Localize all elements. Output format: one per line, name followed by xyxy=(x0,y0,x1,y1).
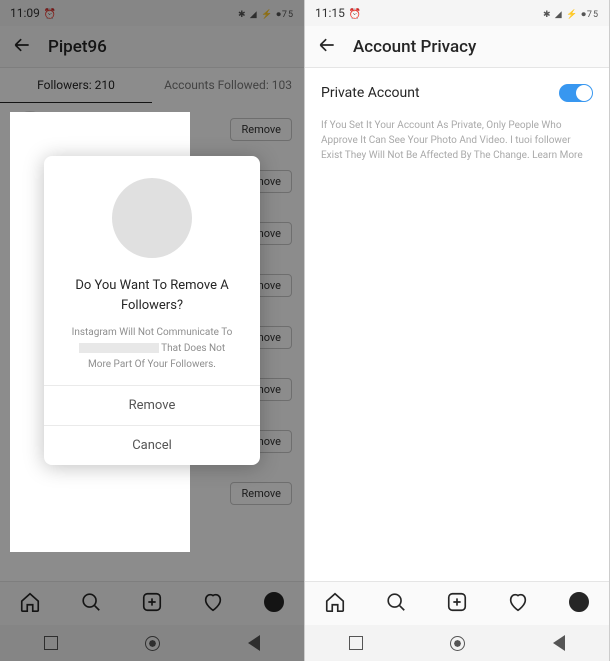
help-text: If You Set It Your Account As Private, O… xyxy=(305,118,609,163)
back-button-icon[interactable] xyxy=(553,635,565,651)
add-icon[interactable] xyxy=(446,591,468,617)
home-icon[interactable] xyxy=(324,591,346,617)
bottom-nav xyxy=(305,581,609,625)
phone-right: 11:15 Account Privacy Private Account If… xyxy=(305,0,610,661)
status-bar: 11:15 xyxy=(305,0,609,26)
remove-dialog: Do You Want To Remove A Followers? Insta… xyxy=(44,156,260,465)
avatar xyxy=(112,178,192,258)
recent-apps-icon[interactable] xyxy=(349,636,363,650)
cancel-button[interactable]: Cancel xyxy=(44,425,260,465)
page-title: Account Privacy xyxy=(353,37,476,57)
dialog-description: Instagram Will Not Communicate To That D… xyxy=(44,321,260,385)
profile-icon[interactable] xyxy=(568,591,590,617)
phone-left: 11:09 Pipet96 Followers: 210 Accounts Fo… xyxy=(0,0,305,661)
private-account-label: Private Account xyxy=(321,85,420,101)
private-account-row: Private Account xyxy=(305,68,609,118)
status-icons xyxy=(543,6,599,20)
home-button-icon[interactable] xyxy=(450,636,465,651)
alarm-icon xyxy=(345,6,361,20)
remove-button[interactable]: Remove xyxy=(44,385,260,425)
search-icon[interactable] xyxy=(385,591,407,617)
system-nav xyxy=(305,625,609,661)
header: Account Privacy xyxy=(305,26,609,68)
back-icon[interactable] xyxy=(317,35,337,59)
dialog-title: Do You Want To Remove A Followers? xyxy=(44,276,260,321)
private-account-toggle[interactable] xyxy=(559,84,593,102)
heart-icon[interactable] xyxy=(507,591,529,617)
